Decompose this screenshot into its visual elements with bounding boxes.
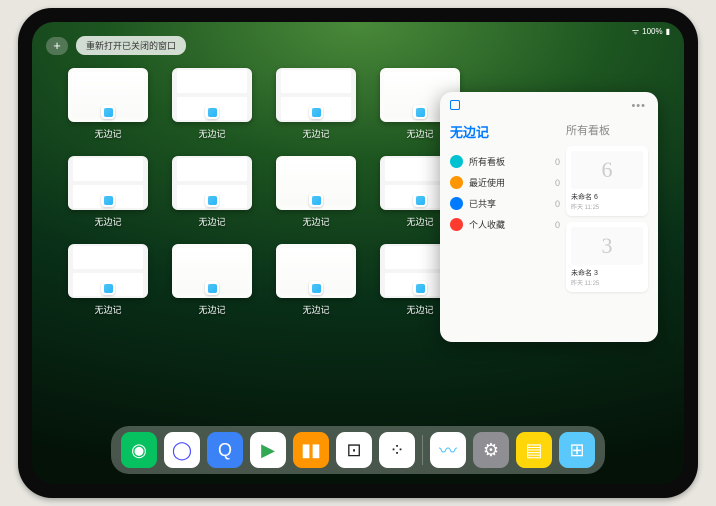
thumbnail-label: 无边记 [94, 303, 121, 316]
thumbnail-label: 无边记 [198, 215, 225, 228]
dock-media-icon[interactable]: ▶ [250, 432, 286, 468]
board-preview: 3 [571, 227, 643, 265]
freeform-app-icon [101, 193, 115, 207]
dock-freeform-icon[interactable]: 〰 [430, 432, 466, 468]
sidebar-item-count: 0 [555, 199, 560, 209]
thumbnail-preview [68, 156, 148, 210]
dock-wechat-icon[interactable]: ◉ [121, 432, 157, 468]
top-bar: + 重新打开已关闭的窗口 [46, 36, 186, 55]
board-name: 未命名 6 [571, 192, 643, 202]
sidebar-item[interactable]: 所有看板 0 [450, 151, 560, 172]
thumbnail-label: 无边记 [198, 303, 225, 316]
thumbnail-label: 无边记 [302, 303, 329, 316]
thumbnail-label: 无边记 [302, 127, 329, 140]
thumbnail-label: 无边记 [406, 303, 433, 316]
window-thumbnail[interactable]: 无边记 [68, 156, 148, 228]
sidebar-item[interactable]: 最近使用 0 [450, 172, 560, 193]
dock-apps-icon[interactable]: ⊞ [559, 432, 595, 468]
board-card[interactable]: 3 未命名 3昨天 11:25 [566, 222, 648, 292]
thumbnail-preview [68, 244, 148, 298]
battery-label: 100% [642, 27, 662, 36]
dock-books-icon[interactable]: ▮▮ [293, 432, 329, 468]
dock-app2-icon[interactable]: ⁘ [379, 432, 415, 468]
thumbnail-label: 无边记 [406, 127, 433, 140]
sidebar-item[interactable]: 已共享 0 [450, 193, 560, 214]
thumbnail-label: 无边记 [302, 215, 329, 228]
dock-app1-icon[interactable]: ⊡ [336, 432, 372, 468]
freeform-app-icon [101, 281, 115, 295]
freeform-app-icon [205, 193, 219, 207]
freeform-app-icon [205, 105, 219, 119]
freeform-app-icon [309, 193, 323, 207]
board-date: 昨天 11:25 [571, 202, 643, 211]
window-thumbnail[interactable]: 无边记 [172, 68, 252, 140]
window-thumbnail[interactable]: 无边记 [172, 156, 252, 228]
sidebar-item-count: 0 [555, 178, 560, 188]
dock-notes-icon[interactable]: ▤ [516, 432, 552, 468]
window-thumbnail[interactable]: 无边记 [68, 244, 148, 316]
board-preview: 6 [571, 151, 643, 189]
panel-more-icon[interactable]: ••• [631, 100, 646, 112]
freeform-app-icon [413, 281, 427, 295]
dock: ◉◯Q▶▮▮⊡⁘ 〰⚙▤⊞ [111, 426, 605, 474]
board-card[interactable]: 6 未命名 6昨天 11:25 [566, 146, 648, 216]
battery-icon: ▮ [666, 27, 670, 36]
thumbnail-preview [276, 244, 356, 298]
freeform-app-icon [101, 105, 115, 119]
thumbnail-preview [276, 156, 356, 210]
sidebar-item-icon [450, 218, 463, 231]
window-grid: 无边记无边记无边记无边记无边记无边记无边记无边记无边记无边记无边记无边记 [68, 68, 460, 316]
thumbnail-label: 无边记 [406, 215, 433, 228]
panel-app-icon [450, 100, 460, 110]
window-thumbnail[interactable]: 无边记 [276, 156, 356, 228]
freeform-app-icon [413, 193, 427, 207]
dock-qqbrowser-icon[interactable]: Q [207, 432, 243, 468]
status-bar: ᯤ 100% ▮ [632, 26, 670, 37]
sidebar-item-label: 最近使用 [469, 176, 505, 189]
sidebar-item-label: 所有看板 [469, 155, 505, 168]
window-thumbnail[interactable]: 无边记 [172, 244, 252, 316]
sidebar-item-count: 0 [555, 157, 560, 167]
thumbnail-preview [68, 68, 148, 122]
dock-divider [422, 435, 423, 465]
board-name: 未命名 3 [571, 268, 643, 278]
panel-title: 无边记 [450, 122, 560, 141]
dock-quark-icon[interactable]: ◯ [164, 432, 200, 468]
thumbnail-preview [172, 244, 252, 298]
freeform-app-icon [205, 281, 219, 295]
window-thumbnail[interactable]: 无边记 [276, 68, 356, 140]
sidebar-item[interactable]: 个人收藏 0 [450, 214, 560, 235]
board-date: 昨天 11:25 [571, 278, 643, 287]
screen: ᯤ 100% ▮ + 重新打开已关闭的窗口 无边记无边记无边记无边记无边记无边记… [32, 22, 684, 484]
panel-sidebar: 无边记 所有看板 0 最近使用 0 已共享 0 个人收藏 0 [450, 102, 560, 332]
thumbnail-preview [172, 68, 252, 122]
sidebar-item-icon [450, 176, 463, 189]
wifi-icon: ᯤ [632, 26, 639, 37]
sidebar-item-icon [450, 197, 463, 210]
ipad-frame: ᯤ 100% ▮ + 重新打开已关闭的窗口 无边记无边记无边记无边记无边记无边记… [18, 8, 698, 498]
freeform-app-icon [413, 105, 427, 119]
panel-section-title: 所有看板 [566, 122, 648, 138]
sidebar-item-icon [450, 155, 463, 168]
thumbnail-label: 无边记 [198, 127, 225, 140]
new-window-button[interactable]: + [46, 37, 68, 55]
panel-content: 所有看板 6未命名 6昨天 11:253未命名 3昨天 11:25 [566, 102, 648, 332]
window-thumbnail[interactable]: 无边记 [68, 68, 148, 140]
sidebar-item-label: 个人收藏 [469, 218, 505, 231]
freeform-app-icon [309, 281, 323, 295]
thumbnail-preview [276, 68, 356, 122]
window-thumbnail[interactable]: 无边记 [276, 244, 356, 316]
freeform-app-icon [309, 105, 323, 119]
dock-settings-icon[interactable]: ⚙ [473, 432, 509, 468]
thumbnail-preview [172, 156, 252, 210]
thumbnail-label: 无边记 [94, 215, 121, 228]
sidebar-item-label: 已共享 [469, 197, 496, 210]
reopen-closed-window-button[interactable]: 重新打开已关闭的窗口 [76, 36, 186, 55]
freeform-panel: ••• 无边记 所有看板0最近使用0已共享0个人收藏0 所有看板 6未命名 6昨… [440, 92, 658, 342]
thumbnail-label: 无边记 [94, 127, 121, 140]
sidebar-item-count: 0 [555, 220, 560, 230]
